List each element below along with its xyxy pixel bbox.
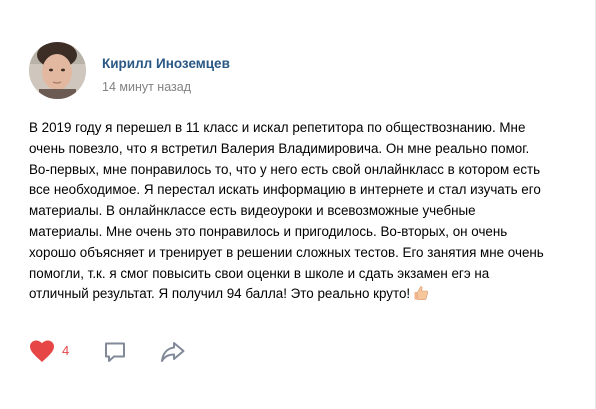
- like-button[interactable]: 4: [29, 338, 81, 364]
- post-text-line: В 2019 году я перешел в 11 класс и искал…: [29, 120, 526, 135]
- like-count: 4: [62, 343, 70, 358]
- post-text-line: помогли, т.к. я смог повысить свои оценк…: [29, 265, 490, 281]
- avatar[interactable]: [29, 42, 86, 99]
- share-icon: [161, 342, 185, 362]
- comment-button[interactable]: [103, 340, 129, 366]
- author-name-link[interactable]: Кирилл Иноземцев: [102, 56, 230, 71]
- post-text-line: материалы. В онлайнклассе есть видеоурок…: [29, 203, 476, 219]
- post-text: В 2019 году я перешел в 11 класс и искал…: [29, 118, 569, 305]
- avatar-photo: [29, 42, 86, 99]
- thumbs-up-icon: [413, 285, 429, 301]
- post-text-line: материалы. Мне очень это понравилось и п…: [29, 223, 508, 239]
- post-text-line: очень повезло, что я встретил Валерия Вл…: [29, 140, 530, 156]
- comment-icon: [105, 342, 125, 362]
- post-text-line: отличный результат. Я получил 94 балла! …: [29, 286, 411, 302]
- share-button[interactable]: [160, 340, 188, 366]
- heart-icon: [30, 340, 54, 362]
- post-timestamp[interactable]: 14 минут назад: [102, 80, 191, 94]
- post-text-last-line: отличный результат. Я получил 94 балла! …: [29, 284, 569, 305]
- post-text-line: все необходимое. Я перестал искать инфор…: [29, 182, 541, 198]
- post-text-line: Во-первых, мне понравилось то, что у нег…: [29, 161, 541, 177]
- post-text-line: хорошо объясняет и тренирует в решении с…: [29, 244, 544, 260]
